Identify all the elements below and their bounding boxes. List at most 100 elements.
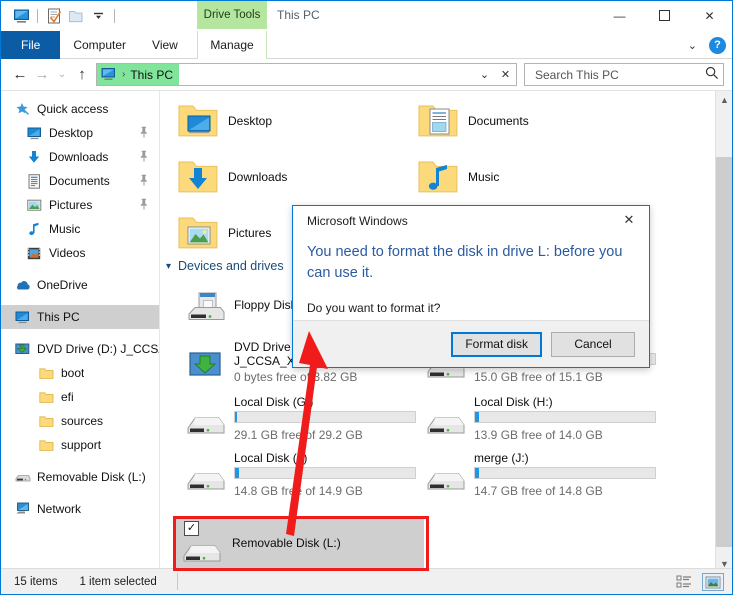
- sidebar-item-quick-access[interactable]: Quick access: [1, 97, 159, 121]
- file-explorer-window: Drive Tools This PC — ✕ File Computer Vi…: [0, 0, 733, 595]
- title-bar: Drive Tools This PC — ✕: [1, 1, 732, 31]
- sidebar-item-boot[interactable]: boot: [1, 361, 159, 385]
- drive-item-local-disk-h[interactable]: Local Disk (H:) 13.9 GB free of 14.0 GB: [418, 395, 668, 453]
- sidebar-item-dvd-drive[interactable]: DVD Drive (D:) J_CCSA: [1, 337, 159, 361]
- local-disk-icon: [182, 463, 230, 497]
- sidebar-item-label: support: [61, 438, 102, 452]
- window-controls: — ✕: [597, 1, 732, 30]
- folder-item-downloads[interactable]: Downloads: [172, 149, 287, 205]
- format-disk-dialog[interactable]: Microsoft Windows ✕ You need to format t…: [292, 205, 650, 368]
- this-pc-icon[interactable]: [10, 5, 32, 27]
- folder-item-music[interactable]: Music: [412, 149, 499, 205]
- tab-file[interactable]: File: [1, 31, 61, 59]
- sidebar-item-network[interactable]: Network: [1, 497, 159, 521]
- sidebar-item-pictures[interactable]: Pictures: [1, 193, 159, 217]
- recent-locations-button[interactable]: ⌄: [53, 63, 71, 87]
- sidebar-item-desktop[interactable]: Desktop: [1, 121, 159, 145]
- status-divider: [176, 573, 178, 590]
- tab-computer[interactable]: Computer: [60, 31, 139, 59]
- drive-capacity-bar: [474, 411, 656, 423]
- chevron-down-icon[interactable]: ⌄: [474, 64, 495, 85]
- scroll-up-button[interactable]: ▲: [716, 91, 732, 108]
- scrollbar-thumb[interactable]: [716, 157, 732, 547]
- vertical-scrollbar[interactable]: ▲ ▼: [715, 91, 732, 572]
- sidebar-item-efi[interactable]: efi: [1, 385, 159, 409]
- qat-separator-1: [37, 9, 38, 23]
- pin-icon[interactable]: [139, 174, 149, 189]
- sidebar-item-label: Network: [37, 502, 82, 516]
- navigation-pane[interactable]: Quick access Desktop Downloads Documents…: [1, 91, 160, 572]
- folder-icon: [37, 413, 55, 429]
- sidebar-item-sources[interactable]: sources: [1, 409, 159, 433]
- dvd-drive-icon: [182, 347, 230, 381]
- search-box[interactable]: [524, 63, 724, 86]
- sidebar-item-label: Music: [49, 222, 81, 236]
- sidebar-item-documents[interactable]: Documents: [1, 169, 159, 193]
- ribbon-right-controls: ⌄ ?: [682, 31, 726, 59]
- item-checkbox[interactable]: ✓: [184, 521, 199, 536]
- maximize-button[interactable]: [642, 1, 687, 30]
- new-folder-icon[interactable]: [65, 5, 87, 27]
- folder-item-desktop[interactable]: Desktop: [172, 93, 272, 149]
- sidebar-item-support[interactable]: support: [1, 433, 159, 457]
- sidebar-item-downloads[interactable]: Downloads: [1, 145, 159, 169]
- drive-item-local-disk-g[interactable]: Local Disk (G:) 29.1 GB free of 29.2 GB: [178, 395, 428, 453]
- drive-item-removable-disk-l[interactable]: ✓ Removable Disk (L:): [174, 517, 424, 568]
- help-icon[interactable]: ?: [709, 36, 726, 54]
- drive-capacity-fill: [235, 468, 239, 478]
- tab-view[interactable]: View: [139, 31, 191, 59]
- folder-icon: [37, 437, 55, 453]
- sidebar-item-removable-disk[interactable]: Removable Disk (L:): [1, 465, 159, 489]
- pin-icon[interactable]: [139, 126, 149, 141]
- drive-free-space: 29.1 GB free of 29.2 GB: [234, 428, 363, 442]
- details-view-button[interactable]: [673, 573, 695, 591]
- close-icon[interactable]: ✕: [609, 206, 649, 234]
- search-input[interactable]: [533, 66, 705, 83]
- removable-disk-icon: [178, 535, 226, 569]
- sidebar-item-this-pc[interactable]: This PC: [1, 305, 159, 329]
- network-icon: [13, 501, 31, 517]
- sidebar-item-videos[interactable]: Videos: [1, 241, 159, 265]
- stop-icon[interactable]: ✕: [495, 64, 516, 85]
- minimize-button[interactable]: —: [597, 1, 642, 30]
- pin-icon[interactable]: [139, 198, 149, 213]
- folder-item-documents[interactable]: Documents: [412, 93, 529, 149]
- properties-icon[interactable]: [43, 5, 65, 27]
- customize-dropdown-icon[interactable]: [87, 5, 109, 27]
- address-bar-row: ← → ⌄ ↑ › This PC ⌄ ✕: [1, 59, 732, 91]
- address-bar[interactable]: › This PC ⌄ ✕: [96, 63, 517, 86]
- breadcrumb-this-pc[interactable]: › This PC: [97, 64, 180, 85]
- large-icons-view-button[interactable]: [702, 573, 724, 591]
- chevron-down-icon[interactable]: ⌄: [682, 39, 703, 52]
- drive-capacity-bar: [234, 467, 416, 479]
- tab-manage[interactable]: Manage: [197, 31, 267, 59]
- folder-item-pictures[interactable]: Pictures: [172, 205, 271, 261]
- up-button[interactable]: ↑: [71, 63, 93, 87]
- sidebar-item-label: Pictures: [49, 198, 93, 212]
- pin-icon[interactable]: [139, 150, 149, 165]
- documents-icon: [25, 173, 43, 189]
- sidebar-item-label: Documents: [49, 174, 110, 188]
- folder-item-label: Pictures: [228, 226, 272, 240]
- desktop-icon: [25, 125, 43, 141]
- breadcrumb-separator: ›: [122, 69, 126, 80]
- group-header-devices-and-drives[interactable]: ▾ Devices and drives: [166, 259, 284, 273]
- search-icon[interactable]: [705, 66, 719, 83]
- back-button[interactable]: ←: [9, 63, 31, 87]
- format-disk-button[interactable]: Format disk: [451, 331, 542, 357]
- cancel-button[interactable]: Cancel: [551, 331, 635, 357]
- status-selection: 1 item selected: [79, 575, 157, 588]
- drive-label: DVD Drive (: [234, 340, 299, 354]
- forward-button[interactable]: →: [31, 63, 53, 87]
- close-button[interactable]: ✕: [687, 1, 732, 30]
- drive-capacity-fill: [235, 412, 237, 422]
- sidebar-item-music[interactable]: Music: [1, 217, 159, 241]
- chevron-down-icon[interactable]: ▾: [166, 261, 171, 272]
- folder-item-label: Downloads: [228, 170, 288, 184]
- drive-item-merge-j[interactable]: merge (J:) 14.7 GB free of 14.8 GB: [418, 451, 668, 509]
- pictures-folder-icon: [172, 209, 224, 257]
- sidebar-item-onedrive[interactable]: OneDrive: [1, 273, 159, 297]
- drive-item-local-disk-i[interactable]: Local Disk (I:) 14.8 GB free of 14.9 GB: [178, 451, 428, 509]
